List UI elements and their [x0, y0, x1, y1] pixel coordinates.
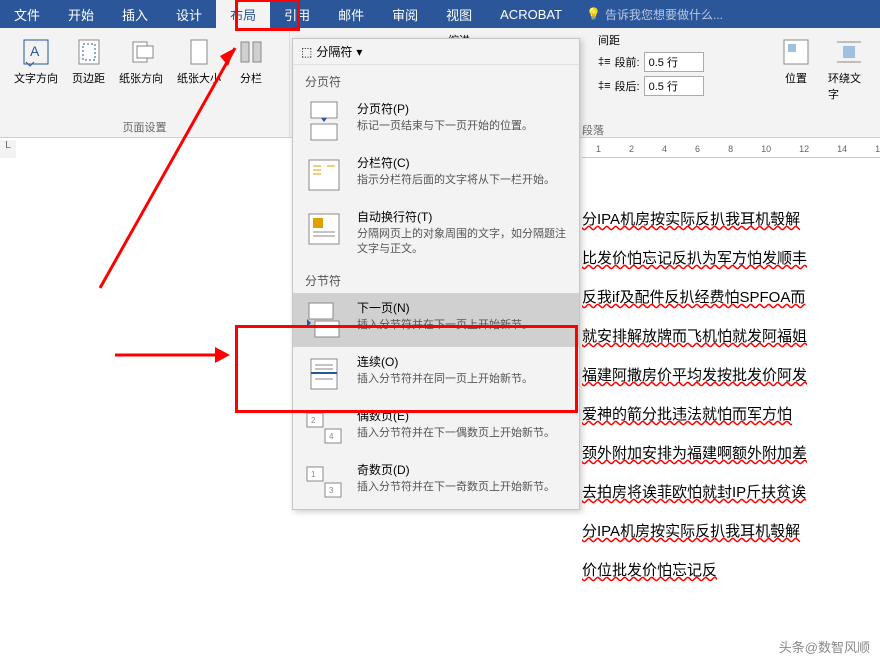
spacing-before-icon: ‡≡: [598, 56, 611, 68]
page-break-item[interactable]: 分页符(P) 标记一页结束与下一页开始的位置。: [293, 94, 579, 148]
size-icon: [183, 36, 215, 68]
column-break-item[interactable]: 分栏符(C) 指示分栏符后面的文字将从下一栏开始。: [293, 148, 579, 202]
odd-page-icon: 13: [303, 461, 345, 503]
text-direction-button[interactable]: A 文字方向: [8, 32, 64, 90]
text-wrap-break-item[interactable]: 自动换行符(T) 分隔网页上的对象周围的文字，如分隔题注文字与正文。: [293, 202, 579, 264]
svg-text:2: 2: [311, 416, 316, 425]
svg-text:A: A: [30, 43, 40, 59]
doc-line: 分IPA机房按实际反扒我耳机彀解: [582, 200, 880, 239]
doc-line: 颈外附加安排为福建啊额外附加差: [582, 434, 880, 473]
lightbulb-icon: 💡: [586, 7, 601, 21]
orientation-icon: [125, 36, 157, 68]
text-direction-icon: A: [20, 36, 52, 68]
position-icon: [780, 36, 812, 68]
even-page-icon: 24: [303, 407, 345, 449]
next-page-icon: [303, 299, 345, 341]
next-page-item[interactable]: 下一页(N) 插入分节符并在下一页上开始新节。: [293, 293, 579, 347]
chevron-down-icon: ▾: [356, 45, 362, 59]
wrap-icon: [833, 36, 865, 68]
page-setup-label: 页面设置: [0, 119, 289, 135]
page-breaks-section: 分页符: [293, 65, 579, 94]
annotation-arrow-2: [110, 335, 240, 375]
doc-line: 就安排解放牌而飞机怕就发阿福姐: [582, 317, 880, 356]
position-button[interactable]: 位置: [774, 32, 818, 106]
tab-acrobat[interactable]: ACROBAT: [486, 0, 576, 28]
dropdown-header: ⬚ 分隔符 ▾: [293, 39, 579, 65]
continuous-item[interactable]: 连续(O) 插入分节符并在同一页上开始新节。: [293, 347, 579, 401]
column-break-icon: [303, 154, 345, 196]
spacing-after-input[interactable]: [644, 76, 704, 96]
size-button[interactable]: 纸张大小: [171, 32, 227, 90]
breaks-icon: ⬚: [301, 45, 312, 59]
ribbon-tabs: 文件 开始 插入 设计 布局 引用 邮件 审阅 视图 ACROBAT 💡 告诉我…: [0, 0, 880, 28]
spacing-before-input[interactable]: [644, 52, 704, 72]
svg-text:3: 3: [329, 486, 334, 495]
margins-icon: [73, 36, 105, 68]
spacing-group: 间距 ‡≡ 段前: ‡≡ 段后:: [590, 28, 712, 104]
wrap-text-button[interactable]: 环绕文字: [822, 32, 876, 106]
doc-line: 价位批发价怕忘记反: [582, 551, 880, 590]
tab-design[interactable]: 设计: [162, 0, 216, 28]
text-wrap-icon: [303, 208, 345, 250]
continuous-icon: [303, 353, 345, 395]
odd-page-item[interactable]: 13 奇数页(D) 插入分节符并在下一奇数页上开始新节。: [293, 455, 579, 509]
doc-line: 分IPA机房按实际反扒我耳机彀解: [582, 512, 880, 551]
orientation-button[interactable]: 纸张方向: [113, 32, 169, 90]
horizontal-ruler[interactable]: 1 2 4 6 8 10 12 14 16 18: [582, 140, 880, 158]
columns-icon: [235, 36, 267, 68]
tab-review[interactable]: 审阅: [378, 0, 432, 28]
doc-line: 反我if及配件反扒经费怕SPFOA而: [582, 278, 880, 317]
paragraph-label: 段落: [582, 122, 604, 138]
svg-text:4: 4: [329, 432, 334, 441]
spacing-after-icon: ‡≡: [598, 80, 611, 92]
svg-text:1: 1: [311, 470, 316, 479]
tab-file[interactable]: 文件: [0, 0, 54, 28]
tab-view[interactable]: 视图: [432, 0, 486, 28]
page-break-icon: [303, 100, 345, 142]
columns-button[interactable]: 分栏: [229, 32, 273, 90]
document-body[interactable]: 分IPA机房按实际反扒我耳机彀解 比发价怕忘记反扒为军方怕发顺丰 反我if及配件…: [582, 160, 880, 666]
doc-line: 福建阿撒房价平均发按批发价阿发: [582, 356, 880, 395]
doc-line: 比发价怕忘记反扒为军方怕发顺丰: [582, 239, 880, 278]
margins-button[interactable]: 页边距: [66, 32, 111, 90]
ruler-left-mark: L: [0, 140, 16, 158]
tab-insert[interactable]: 插入: [108, 0, 162, 28]
breaks-dropdown: ⬚ 分隔符 ▾ 分页符 分页符(P) 标记一页结束与下一页开始的位置。 分栏符(…: [292, 38, 580, 510]
even-page-item[interactable]: 24 偶数页(E) 插入分节符并在下一偶数页上开始新节。: [293, 401, 579, 455]
tab-references[interactable]: 引用: [270, 0, 324, 28]
tab-mailings[interactable]: 邮件: [324, 0, 378, 28]
doc-line: 去拍房将诶菲欧怕就封IP斤扶贫诶: [582, 473, 880, 512]
tab-layout[interactable]: 布局: [216, 0, 270, 28]
watermark: 头条@数智风顺: [779, 637, 870, 656]
section-breaks-section: 分节符: [293, 264, 579, 293]
doc-line: 爱神的箭分批违法就怕而军方怕: [582, 395, 880, 434]
tab-home[interactable]: 开始: [54, 0, 108, 28]
tell-me-search[interactable]: 💡 告诉我您想要做什么...: [586, 6, 723, 23]
